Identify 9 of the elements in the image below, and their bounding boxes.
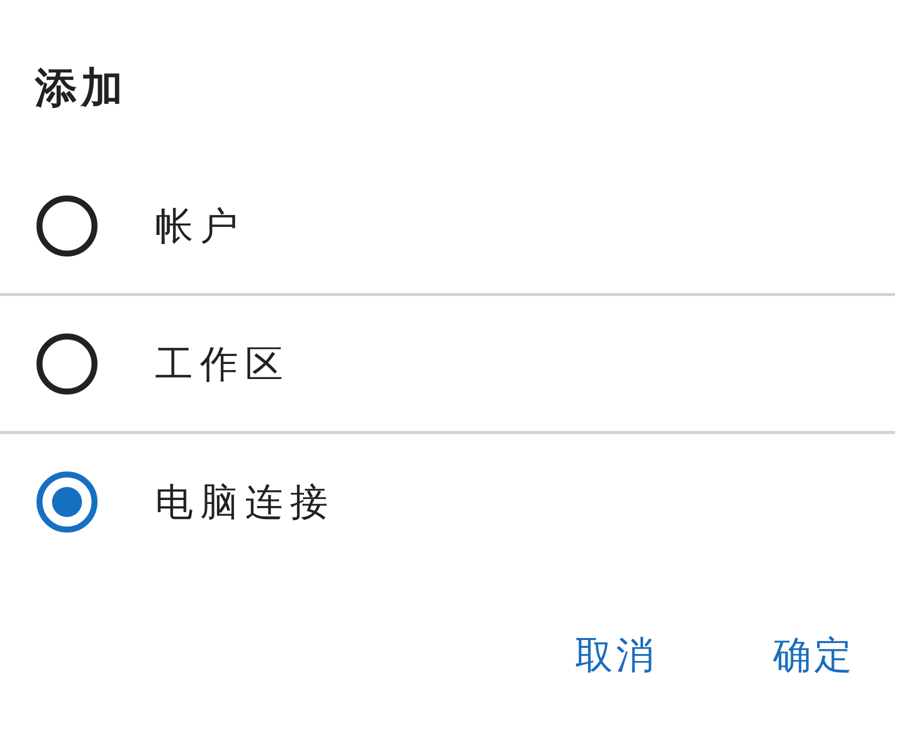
- radio-button[interactable]: [36, 332, 98, 394]
- dialog-title: 添加: [35, 62, 127, 114]
- radio-button[interactable]: [36, 470, 98, 532]
- option-label[interactable]: 电脑连接: [155, 478, 335, 526]
- option-label[interactable]: 帐户: [155, 202, 245, 250]
- radio-button[interactable]: [36, 194, 98, 256]
- cancel-button[interactable]: 取消: [555, 623, 677, 687]
- option-label[interactable]: 工作区: [155, 340, 290, 388]
- ok-button[interactable]: 确定: [753, 623, 875, 687]
